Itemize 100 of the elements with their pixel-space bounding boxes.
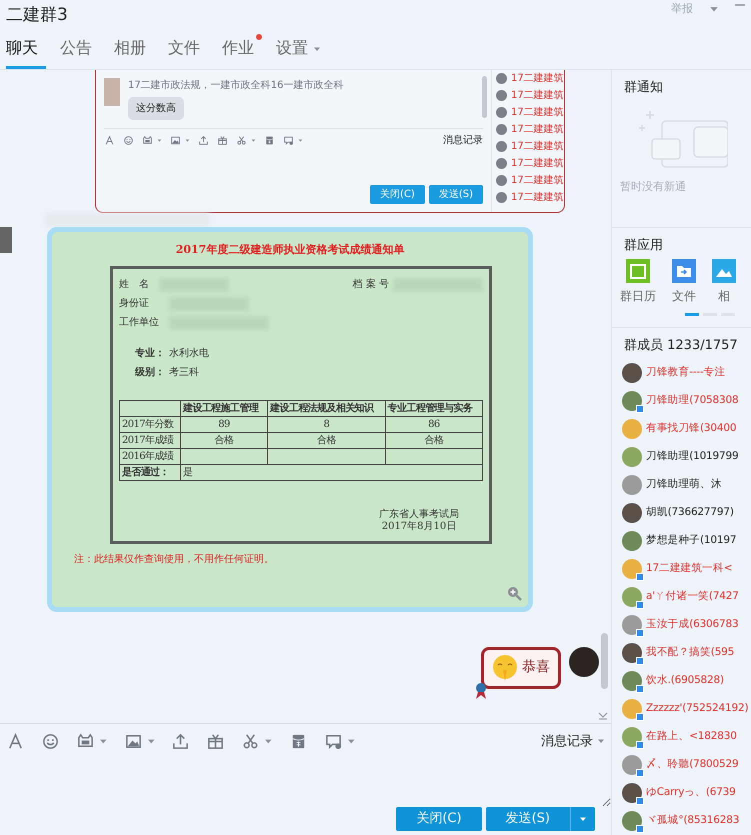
avatar	[622, 755, 642, 776]
field-label: 工作单位	[119, 316, 160, 330]
app-shortcut[interactable]: 文件	[672, 259, 696, 306]
gift-icon[interactable]	[206, 732, 226, 751]
tab[interactable]: 设置	[276, 34, 330, 69]
sender-name: 17二建市政法规，一建市政全科16一建市政全科	[128, 78, 344, 93]
medal-icon	[475, 682, 487, 699]
table-cell: 合格	[268, 432, 386, 449]
footnote: 注：此结果仅作查询使用，不用作任何证明。	[74, 552, 275, 568]
upload-icon[interactable]	[198, 134, 209, 146]
member-name[interactable]: 17二建建筑	[511, 138, 564, 155]
field-label: 专业：	[135, 346, 165, 362]
message-bubble: 这分数高	[128, 96, 184, 120]
member-name[interactable]: 17二建建筑	[511, 86, 564, 104]
member-row[interactable]: 有事找刀锋(30400	[612, 415, 751, 444]
caret-icon	[346, 737, 356, 746]
member-row[interactable]: 刀锋助理(7058308	[612, 387, 751, 416]
avatar	[622, 559, 642, 580]
smiley-icon[interactable]	[41, 732, 60, 751]
member-row[interactable]: 玉汝于成(6306783	[612, 611, 751, 640]
member-row[interactable]: 饮水.(6905828)	[612, 667, 751, 696]
avatar	[622, 391, 642, 412]
envelope-icon[interactable]	[264, 134, 275, 146]
app-shortcut[interactable]: 群日历	[620, 259, 656, 306]
tab[interactable]: 文件	[168, 34, 208, 69]
table-cell: 2017年成绩	[120, 432, 181, 449]
tab[interactable]: 聊天	[6, 34, 46, 69]
member-row[interactable]: 〆、聆聽(7800529	[612, 751, 751, 780]
member-row[interactable]: ヾ孤城°(85316283	[612, 807, 751, 835]
close-button[interactable]: 关闭(C)	[370, 184, 425, 204]
member-row[interactable]: a'ㄚ付诸一笑(7427	[612, 583, 751, 612]
font-icon[interactable]	[6, 732, 25, 751]
app-shortcut[interactable]: 相	[712, 259, 736, 306]
scissors-icon[interactable]	[241, 732, 260, 751]
avatar	[569, 646, 599, 677]
caret-icon	[313, 44, 322, 53]
image-icon[interactable]	[170, 134, 181, 146]
avatar	[622, 531, 642, 552]
image-message[interactable]: 2017年度二级建造师执业资格考试成绩通知单 姓 名 档 案 号 身份证 工作单位 专业： 水利水电 级别： 考三科 建设工程施工管理 建设工程法规及相关知识 专业工程管理与实务 2017年分数 89 8 86 2017年成绩 合格 合格 合格 2016年成绩 是否通过： 是 广东省人事考试局 2017年8月10日 注：此结果仅作查询使用，不用作任何证明。	[47, 226, 533, 612]
column-header: 建设工程法规及相关知识	[268, 400, 386, 417]
avatar	[104, 78, 120, 106]
tab[interactable]: 公告	[60, 34, 100, 69]
member-name[interactable]: 17二建建筑	[511, 70, 564, 87]
zoom-icon[interactable]	[506, 584, 522, 601]
member-name[interactable]: 17二建建筑	[511, 154, 564, 172]
caret-icon	[250, 138, 256, 143]
scrollbar-thumb[interactable]	[601, 632, 608, 689]
document-title: 2017年度二级建造师执业资格考试成绩通知单	[174, 242, 406, 258]
table-cell: 是否通过：	[120, 464, 181, 481]
empty-notice-text: 暂时没有新通	[620, 179, 687, 196]
send-options-button[interactable]	[570, 806, 595, 831]
member-row[interactable]: ゆCarryっ、(6739	[612, 779, 751, 808]
scrollbar-thumb[interactable]	[482, 76, 487, 118]
scroll-down-icon[interactable]	[598, 712, 608, 720]
history-link[interactable]: 消息记录	[443, 132, 483, 148]
upload-icon[interactable]	[171, 732, 190, 751]
member-row[interactable]: 刀锋教育----专注	[612, 359, 751, 388]
table-cell: 89	[180, 416, 268, 433]
chat-check-icon[interactable]	[282, 134, 294, 146]
scissors-icon[interactable]	[236, 134, 247, 146]
gift-icon[interactable]	[216, 134, 228, 146]
member-row[interactable]: 在路上、<182830	[612, 723, 751, 752]
member-row[interactable]: 我不配？搞笑(595	[612, 639, 751, 668]
tab[interactable]: 相册	[114, 34, 154, 69]
avatar	[496, 90, 507, 101]
caret-icon	[709, 4, 719, 14]
send-button[interactable]: 发送(S)	[486, 806, 570, 831]
column-header: 专业工程管理与实务	[385, 400, 482, 417]
member-name[interactable]: 17二建建筑	[511, 104, 564, 121]
avatar	[496, 158, 507, 169]
close-button[interactable]: 关闭(C)	[396, 806, 482, 831]
avatar	[622, 419, 642, 440]
caret-icon	[184, 138, 190, 143]
table-cell: 8	[268, 416, 386, 433]
tab[interactable]: 作业	[222, 34, 262, 69]
screen-capture-icon[interactable]	[142, 134, 153, 146]
avatar	[622, 643, 642, 664]
smiley-icon[interactable]	[123, 134, 134, 146]
column-header: 建设工程施工管理	[180, 400, 268, 417]
member-name[interactable]: 17二建建筑	[511, 188, 564, 206]
member-name[interactable]: 17二建建筑	[511, 172, 564, 189]
table-cell: 2016年成绩	[120, 448, 181, 465]
member-row[interactable]: 梦想是种子(10197	[612, 527, 751, 556]
history-link[interactable]: 消息记录	[541, 732, 605, 752]
field-label: 档 案 号	[352, 278, 389, 292]
member-row[interactable]: 刀锋助理(1019799	[612, 443, 751, 472]
member-row[interactable]: 刀锋助理萌、沐	[612, 471, 751, 500]
table-cell: 合格	[180, 432, 268, 449]
member-row[interactable]: Zzzzzz'(752524192)	[612, 695, 751, 724]
table-cell: 是	[180, 464, 482, 481]
avatar	[622, 615, 642, 636]
page-indicator[interactable]	[685, 313, 699, 316]
issue-date: 2017年8月10日	[380, 521, 458, 534]
font-icon[interactable]	[104, 134, 115, 146]
send-button[interactable]: 发送(S)	[428, 184, 483, 204]
member-row[interactable]: 17二建建筑一科<	[612, 555, 751, 584]
report-link[interactable]: 举报	[671, 4, 693, 14]
member-row[interactable]: 胡凯(736627797)	[612, 499, 751, 528]
avatar	[622, 811, 642, 832]
member-name[interactable]: 17二建建筑	[511, 120, 564, 138]
